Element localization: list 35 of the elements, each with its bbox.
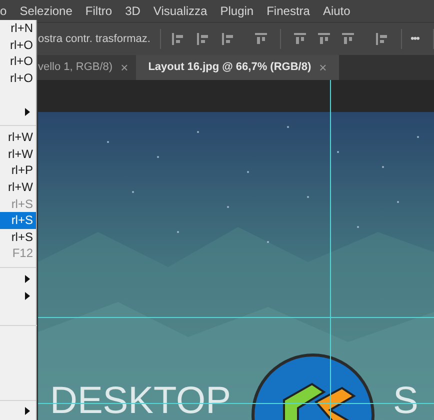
- align-icon[interactable]: [317, 32, 332, 46]
- menu-item[interactable]: rl+P: [0, 162, 36, 179]
- align-icon[interactable]: [341, 32, 356, 46]
- menu-item[interactable]: rl+W: [0, 146, 36, 162]
- tab-label: vello 1, RGB/8): [38, 60, 113, 76]
- more-button[interactable]: •••: [410, 30, 419, 48]
- menu-bar-item[interactable]: Selezione: [20, 2, 72, 20]
- menu-item[interactable]: rl+O: [0, 53, 36, 70]
- menu-bar-item[interactable]: Visualizza: [153, 2, 208, 20]
- option-label: ostra contr. trasformaz.: [38, 32, 150, 47]
- menu-bar-item[interactable]: o: [0, 2, 7, 20]
- menu-item[interactable]: rl+S: [0, 212, 36, 229]
- document-tab[interactable]: Layout 16.jpg @ 66,7% (RGB/8) ×: [136, 55, 339, 80]
- menu-item[interactable]: rl+S: [0, 228, 36, 246]
- menu-item[interactable]: rl+W: [0, 178, 36, 196]
- tab-label: Layout 16.jpg @ 66,7% (RGB/8): [148, 60, 312, 76]
- align-icon[interactable]: [221, 32, 236, 46]
- submenu-arrow-icon: [25, 108, 30, 116]
- align-icon[interactable]: [196, 32, 210, 46]
- align-icon[interactable]: [254, 32, 268, 46]
- menu-bar-item[interactable]: Filtro: [85, 2, 112, 20]
- canvas-title: S: [393, 382, 418, 420]
- canvas-title: DESKTOP: [50, 382, 231, 420]
- menu-bar-item[interactable]: Finestra: [266, 2, 310, 20]
- align-icon[interactable]: [375, 32, 390, 46]
- menu-bar-item[interactable]: Plugin: [220, 2, 254, 20]
- menu-bar-item[interactable]: Aiuto: [322, 2, 350, 20]
- menu-item[interactable]: rl+W: [0, 129, 36, 146]
- align-icon[interactable]: [171, 32, 186, 46]
- align-icon[interactable]: [293, 32, 308, 46]
- tab-close-button[interactable]: ×: [120, 58, 128, 78]
- menu-item[interactable]: rl+O: [0, 36, 36, 54]
- submenu-arrow-icon: [25, 407, 30, 416]
- menu-item[interactable]: rl+N: [0, 20, 36, 37]
- menu-bar-item[interactable]: 3D: [125, 2, 140, 20]
